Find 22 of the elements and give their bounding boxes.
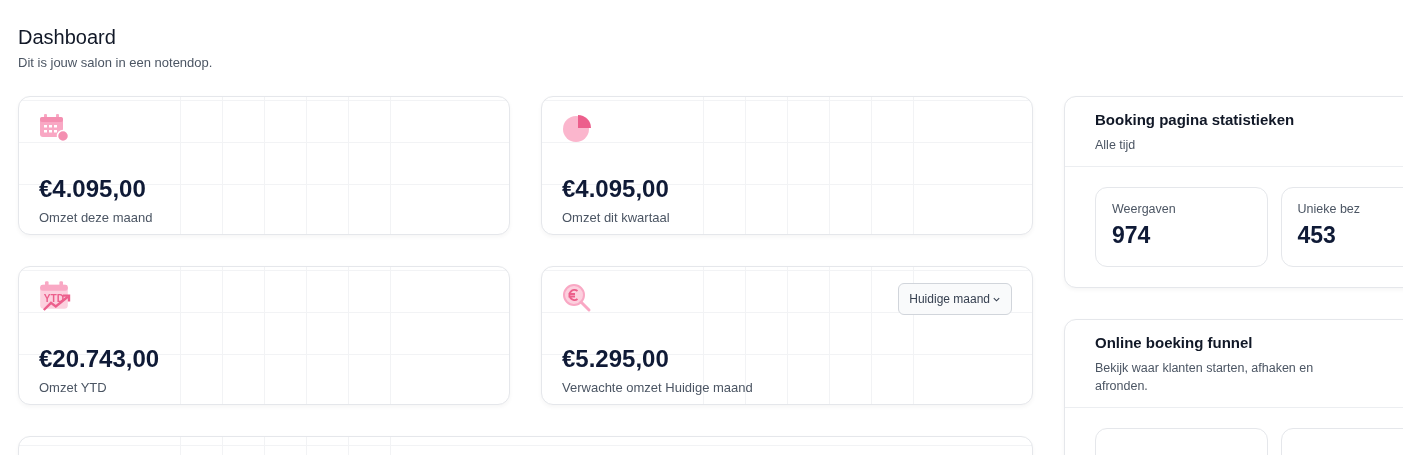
panel-title: Booking pagina statistieken (1095, 111, 1296, 128)
calendar-icon (39, 113, 69, 143)
stat-label: Omzet deze maand (39, 210, 154, 225)
metric-label: Weergaven (1112, 202, 1177, 217)
metric-label: Unieke bez (1297, 202, 1362, 217)
metric-value: 974 (1112, 222, 1152, 250)
panel-title: Online boeking funnel (1095, 334, 1254, 352)
search-icon (562, 283, 592, 313)
page-subtitle: Dit is jouw salon in een notendop. (18, 55, 214, 70)
stat-label: Omzet YTD (39, 380, 108, 395)
stat-value: €20.743,00 (39, 345, 161, 373)
stat-value: €5.295,00 (562, 345, 670, 373)
metric-value: 453 (1297, 222, 1337, 250)
stat-label: Verwachte omzet Huidige maand (562, 380, 754, 395)
stat-value: €4.095,00 (39, 175, 147, 203)
stat-label: Omzet dit kwartaal (562, 210, 671, 225)
stat-value: €4.095,00 (562, 175, 670, 203)
pie-chart-icon (562, 113, 592, 143)
panel-subtitle: Alle tijd (1095, 137, 1137, 154)
page-title: Dashboard (18, 26, 117, 49)
period-dropdown[interactable]: Huidige maand (898, 283, 1012, 315)
panel-description: Bekijk waar klanten starten, afhaken en afronden. (1095, 360, 1315, 396)
